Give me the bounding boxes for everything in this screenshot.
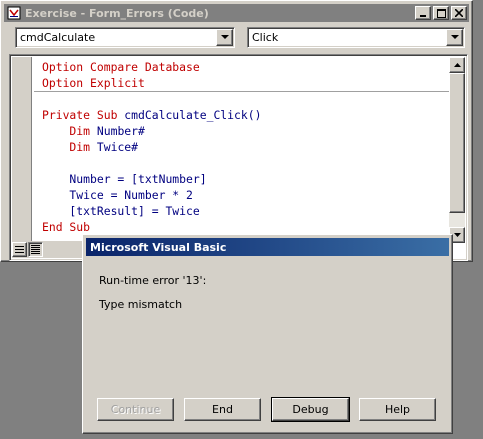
code-text: Number# bbox=[90, 124, 145, 138]
chevron-up-icon bbox=[453, 63, 461, 67]
continue-button[interactable]: Continue bbox=[97, 398, 174, 421]
code-keyword: Dim bbox=[42, 140, 91, 154]
code-editor[interactable]: Option Compare Database Option Explicit Pr… bbox=[9, 54, 468, 261]
margin-indicator-bar[interactable] bbox=[12, 57, 32, 241]
code-window: Exercise - Form_Errors (Code) cmdCalcula… bbox=[0, 0, 473, 262]
procedure-combo-value: Click bbox=[252, 31, 279, 44]
code-line[interactable]: Option Compare Database bbox=[42, 59, 261, 75]
maximize-button[interactable] bbox=[433, 6, 449, 20]
chevron-down-icon bbox=[453, 233, 461, 237]
minimize-button[interactable] bbox=[415, 6, 431, 20]
chevron-down-icon bbox=[450, 35, 459, 39]
code-keyword: Dim bbox=[42, 124, 91, 138]
scroll-up-button[interactable] bbox=[449, 57, 465, 73]
code-line[interactable]: Number = [txtNumber] bbox=[42, 171, 261, 187]
error-message-text: Type mismatch bbox=[99, 298, 183, 311]
code-text: Number = [txtNumber] bbox=[42, 172, 207, 186]
chevron-down-icon bbox=[220, 35, 229, 39]
dialog-titlebar[interactable]: Microsoft Visual Basic bbox=[86, 238, 449, 256]
close-button[interactable] bbox=[451, 6, 467, 20]
procedure-combo-dropdown-button[interactable] bbox=[446, 29, 463, 46]
code-keyword: End Sub bbox=[42, 220, 91, 234]
dialog-title: Microsoft Visual Basic bbox=[90, 240, 227, 254]
end-button[interactable]: End bbox=[184, 398, 261, 421]
code-line[interactable]: Option Explicit bbox=[42, 75, 261, 91]
window-title: Exercise - Form_Errors (Code) bbox=[25, 6, 209, 20]
code-line[interactable]: Dim Number# bbox=[42, 123, 261, 139]
maximize-icon bbox=[436, 8, 446, 18]
code-line[interactable] bbox=[42, 155, 261, 171]
close-icon bbox=[455, 9, 463, 17]
procedure-view-icon bbox=[15, 246, 24, 253]
code-text: [txtResult] = Twice bbox=[42, 204, 200, 218]
minimize-icon bbox=[420, 15, 426, 17]
error-number-text: Run-time error '13': bbox=[99, 274, 207, 287]
full-module-view-button[interactable] bbox=[28, 242, 43, 257]
object-combo-dropdown-button[interactable] bbox=[216, 29, 233, 46]
procedure-view-button[interactable] bbox=[12, 242, 27, 257]
vertical-scrollbar[interactable] bbox=[449, 57, 465, 243]
debug-button[interactable]: Debug bbox=[271, 397, 350, 422]
procedure-combo[interactable]: Click bbox=[247, 27, 465, 48]
code-line[interactable] bbox=[42, 91, 261, 107]
code-lines[interactable]: Option Compare Database Option Explicit Pr… bbox=[42, 59, 261, 235]
object-combo-value: cmdCalculate bbox=[20, 31, 96, 44]
code-line[interactable]: Private Sub cmdCalculate_Click() bbox=[42, 107, 261, 123]
code-text: Twice = Number * 2 bbox=[42, 188, 193, 202]
code-line[interactable]: [txtResult] = Twice bbox=[42, 203, 261, 219]
code-line[interactable]: End Sub bbox=[42, 219, 261, 235]
code-text: Twice# bbox=[90, 140, 139, 154]
vba-module-icon bbox=[7, 6, 21, 20]
code-line[interactable]: Dim Twice# bbox=[42, 139, 261, 155]
object-combo[interactable]: cmdCalculate bbox=[15, 27, 235, 48]
help-button[interactable]: Help bbox=[359, 398, 436, 421]
code-keyword: Private Sub bbox=[42, 108, 118, 122]
full-module-view-icon bbox=[31, 245, 40, 254]
runtime-error-dialog: Microsoft Visual Basic Run-time error '1… bbox=[82, 234, 453, 434]
code-line[interactable]: Twice = Number * 2 bbox=[42, 187, 261, 203]
code-text: cmdCalculate_Click() bbox=[117, 108, 262, 122]
scroll-thumb[interactable] bbox=[449, 73, 465, 213]
code-window-titlebar[interactable]: Exercise - Form_Errors (Code) bbox=[4, 4, 469, 22]
